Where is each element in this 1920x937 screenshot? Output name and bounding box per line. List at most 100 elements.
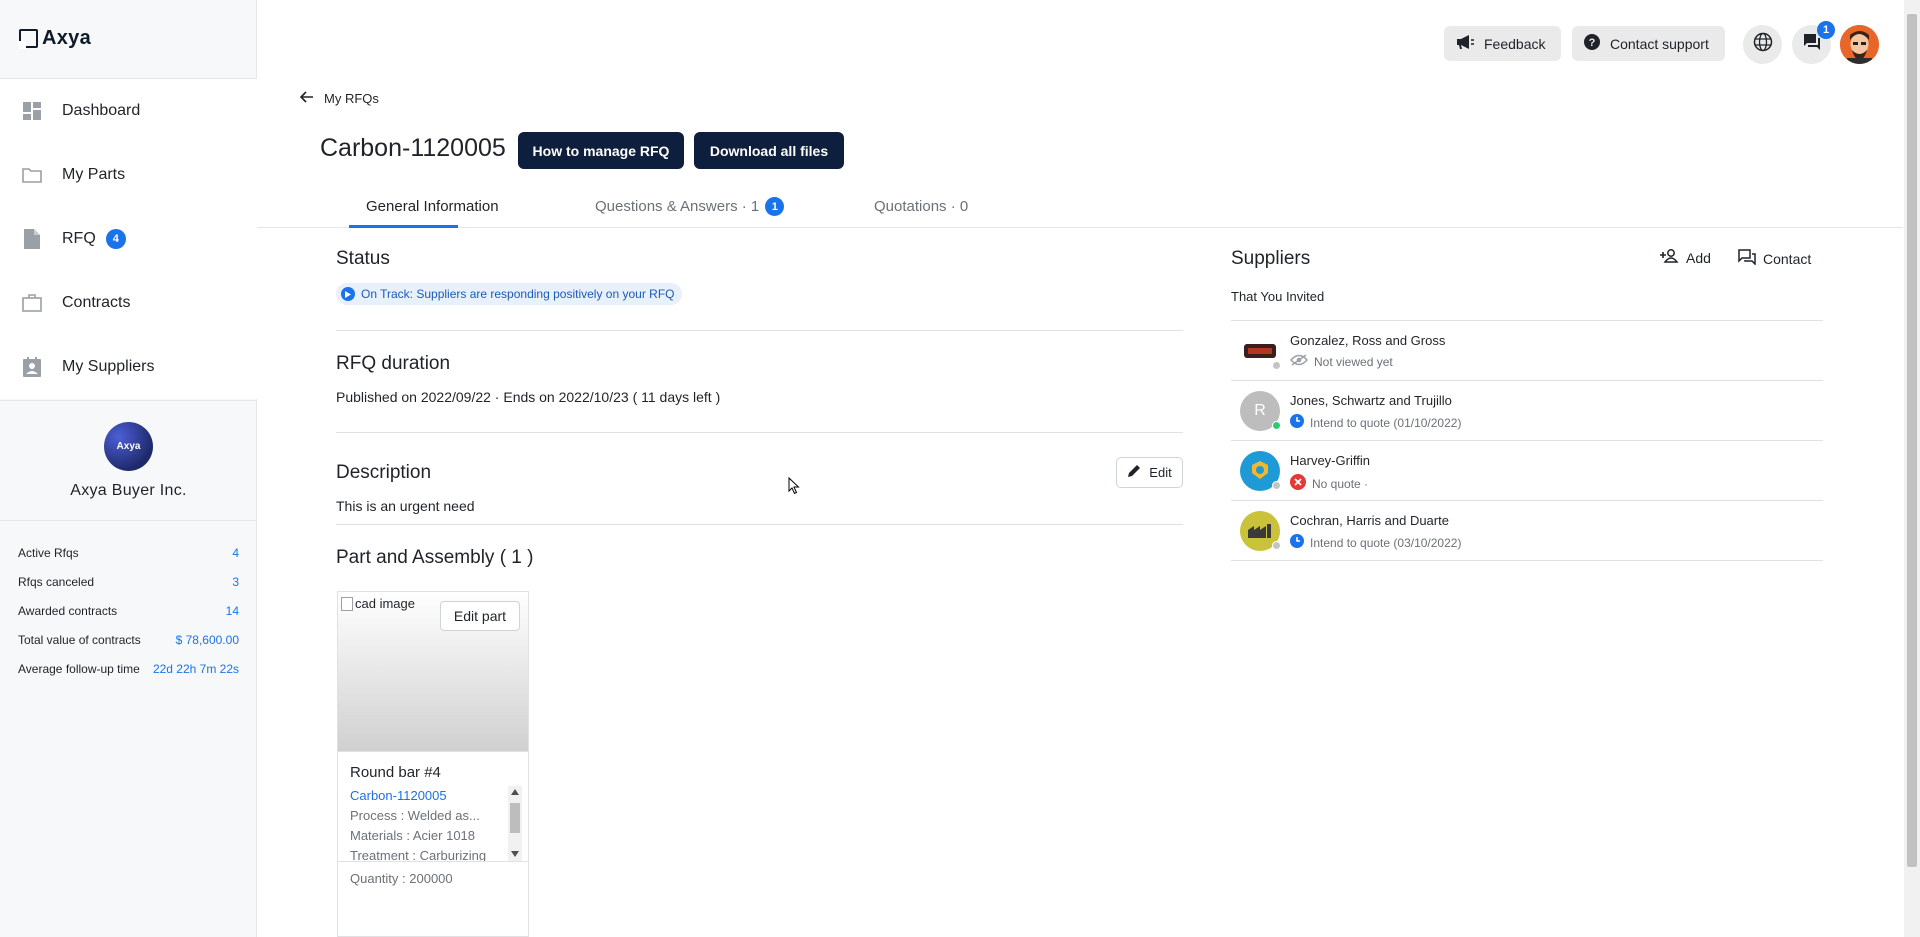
divider xyxy=(336,330,1183,331)
part-image: cad image Edit part xyxy=(338,592,528,752)
supplier-row[interactable]: Harvey-Griffin No quote · xyxy=(1231,441,1823,501)
supplier-avatar xyxy=(1240,331,1281,371)
tab-label: Quotations · 0 xyxy=(874,198,969,215)
stat-value: 3 xyxy=(232,574,239,589)
supplier-avatar xyxy=(1240,451,1281,491)
sidebar-item-label: My Suppliers xyxy=(62,358,155,375)
folder-icon xyxy=(22,165,42,185)
part-details-scrollbar[interactable] xyxy=(508,786,522,861)
rfq-duration-title: RFQ duration xyxy=(336,353,451,374)
scroll-down-arrow-icon[interactable] xyxy=(511,851,519,857)
supplier-status-text: Intend to quote (01/10/2022) xyxy=(1310,415,1462,430)
suppliers-subtitle: That You Invited xyxy=(1231,289,1325,304)
add-supplier-button[interactable]: Add xyxy=(1659,249,1711,266)
axya-logo[interactable]: Axya xyxy=(18,27,92,50)
megaphone-icon xyxy=(1456,34,1474,53)
stat-label: Total value of contracts xyxy=(18,632,141,647)
supplier-status: No quote · xyxy=(1290,474,1368,493)
image-alt-text: cad image xyxy=(355,596,415,611)
contact-suppliers-button[interactable]: Contact xyxy=(1738,249,1811,268)
contact-support-label: Contact support xyxy=(1610,35,1709,52)
supplier-avatar xyxy=(1240,511,1281,551)
part-treatment: Treatment : Carburizing xyxy=(350,848,487,861)
supplier-name: Jones, Schwartz and Trujillo xyxy=(1290,393,1452,408)
messages-button[interactable]: 1 xyxy=(1792,21,1835,64)
edit-description-button[interactable]: Edit xyxy=(1116,457,1183,488)
user-avatar[interactable] xyxy=(1840,25,1879,64)
supplier-logo-icon xyxy=(1248,524,1271,538)
language-button[interactable] xyxy=(1743,25,1782,64)
company-avatar: Axya xyxy=(104,422,153,471)
broken-image-box xyxy=(341,596,353,611)
presence-dot xyxy=(1272,481,1281,490)
company-card: Axya Axya Buyer Inc. xyxy=(0,400,257,521)
page-scrollbar-thumb[interactable] xyxy=(1907,14,1917,867)
tab-quotations[interactable]: Quotations · 0 xyxy=(874,193,968,220)
sidebar-item-my-suppliers[interactable]: My Suppliers xyxy=(0,335,257,399)
logo-text: Axya xyxy=(42,27,92,49)
status-title: Status xyxy=(336,248,390,269)
description-title: Description xyxy=(336,462,432,483)
document-icon xyxy=(22,229,42,249)
rfq-duration-text: Published on 2022/09/22 · Ends on 2022/1… xyxy=(336,389,721,405)
scrollbar-thumb[interactable] xyxy=(510,803,520,833)
status-text: On Track: Suppliers are responding posit… xyxy=(361,287,675,301)
stat-label: Active Rfqs xyxy=(18,545,79,560)
broken-image-icon: cad image xyxy=(341,596,415,611)
app: Axya Dashboard My Parts RFQ 4 Contracts … xyxy=(0,0,1920,937)
supplier-row[interactable]: Cochran, Harris and Duarte Intend to quo… xyxy=(1231,501,1823,561)
sidebar-item-label: Dashboard xyxy=(62,102,141,119)
contact-support-button[interactable]: ? Contact support xyxy=(1572,26,1725,61)
part-card[interactable]: cad image Edit part Round bar #4 Carbon-… xyxy=(337,591,529,937)
tab-general-information[interactable]: General Information xyxy=(366,193,499,220)
stats-list: Active Rfqs 4 Rfqs canceled 3 Awarded cont… xyxy=(18,538,239,683)
supplier-name: Cochran, Harris and Duarte xyxy=(1290,513,1449,528)
supplier-status: Intend to quote (03/10/2022) xyxy=(1290,534,1461,551)
pencil-icon xyxy=(1127,464,1141,481)
sidebar-item-contracts[interactable]: Contracts xyxy=(0,271,257,335)
divider xyxy=(336,432,1183,433)
tab-label: General Information xyxy=(366,198,499,215)
eye-off-icon xyxy=(1290,354,1308,369)
part-process: Process : Welded as... xyxy=(350,808,480,823)
sidebar-item-dashboard[interactable]: Dashboard xyxy=(0,79,257,143)
edit-part-button[interactable]: Edit part xyxy=(440,601,520,631)
sidebar-item-label: Contracts xyxy=(62,294,131,311)
page-scrollbar[interactable] xyxy=(1904,0,1920,937)
add-label: Add xyxy=(1686,249,1711,266)
tab-questions-answers[interactable]: Questions & Answers · 1 1 xyxy=(595,193,785,220)
stat-row: Rfqs canceled 3 xyxy=(18,567,239,596)
suppliers-title: Suppliers xyxy=(1231,248,1311,269)
presence-dot xyxy=(1272,541,1281,550)
stat-row: Average follow-up time 22d 22h 7m 22s xyxy=(18,654,239,683)
part-name: Round bar #4 xyxy=(350,764,441,781)
page-title: Carbon-1120005 xyxy=(320,134,506,162)
supplier-row[interactable]: Gonzalez, Ross and Gross Not viewed yet xyxy=(1231,321,1823,381)
back-to-my-rfqs-link[interactable]: My RFQs xyxy=(299,91,379,106)
download-all-files-button[interactable]: Download all files xyxy=(694,132,844,169)
svg-text:?: ? xyxy=(1589,37,1596,49)
stat-value: 14 xyxy=(225,603,239,618)
company-name: Axya Buyer Inc. xyxy=(70,482,187,499)
messages-badge: 1 xyxy=(1817,21,1835,39)
supplier-status: Intend to quote (01/10/2022) xyxy=(1290,414,1461,431)
part-materials: Materials : Acier 1018 xyxy=(350,828,476,843)
supplier-row[interactable]: R Jones, Schwartz and Trujillo Intend to… xyxy=(1231,381,1823,441)
sidebar-item-label: RFQ xyxy=(62,230,96,247)
sidebar: Axya Dashboard My Parts RFQ 4 Contracts … xyxy=(0,0,257,937)
globe-icon xyxy=(1753,32,1773,57)
sidebar-item-rfq[interactable]: RFQ 4 xyxy=(0,207,257,271)
x-circle-icon xyxy=(1290,474,1306,493)
scroll-up-arrow-icon[interactable] xyxy=(511,789,519,795)
back-label: My RFQs xyxy=(324,91,379,106)
stat-value: 22d 22h 7m 22s xyxy=(152,661,239,676)
chat-icon xyxy=(1738,249,1756,268)
how-to-manage-rfq-button[interactable]: How to manage RFQ xyxy=(518,132,684,169)
feedback-button[interactable]: Feedback xyxy=(1444,26,1562,61)
part-rfq-link[interactable]: Carbon-1120005 xyxy=(350,786,500,806)
part-card-divider xyxy=(338,861,528,862)
feedback-label: Feedback xyxy=(1484,35,1546,52)
arrow-left-icon xyxy=(299,91,314,106)
supplier-logo-icon xyxy=(1252,461,1268,479)
sidebar-item-my-parts[interactable]: My Parts xyxy=(0,143,257,207)
